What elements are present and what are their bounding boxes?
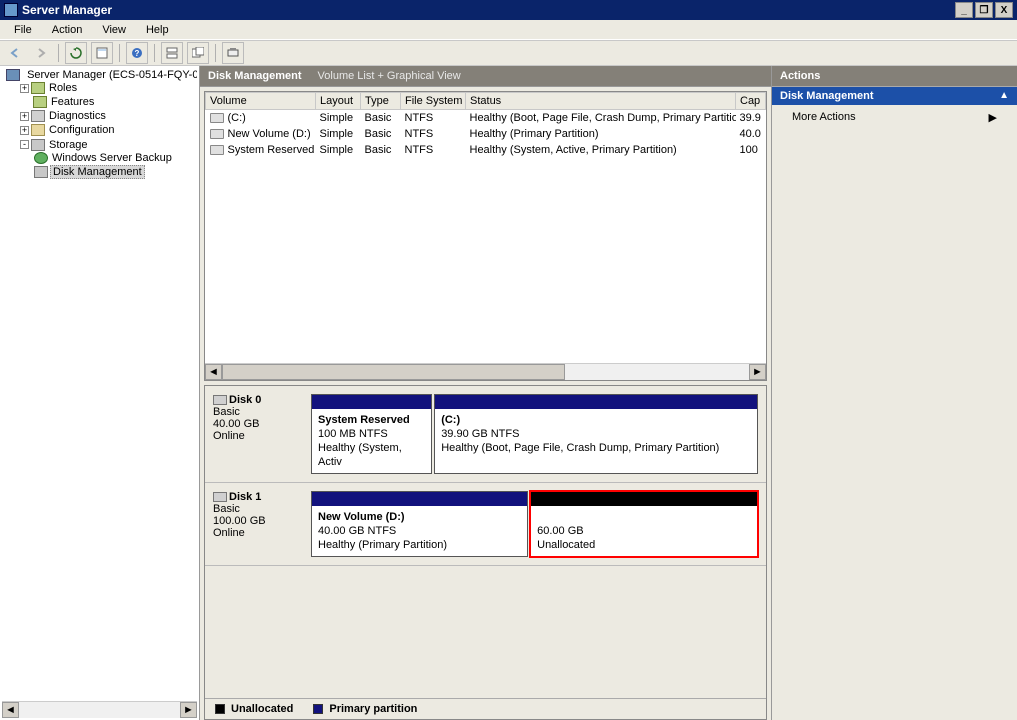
tree-hscrollbar[interactable]: ◄ ►: [2, 701, 197, 718]
svg-text:?: ?: [135, 49, 140, 58]
forward-button[interactable]: [30, 42, 52, 64]
partition-header: [435, 395, 757, 409]
scrollbar-thumb[interactable]: [222, 364, 565, 380]
volume-list-scrollbar[interactable]: ◄ ►: [205, 363, 766, 380]
menu-view[interactable]: View: [92, 22, 136, 38]
view-subtitle: Volume List + Graphical View: [318, 70, 461, 82]
partition[interactable]: System Reserved100 MB NTFSHealthy (Syste…: [311, 394, 432, 474]
app-icon: [4, 3, 18, 17]
volume-list: Volume Layout Type File System Status Ca…: [204, 91, 767, 381]
volume-list-header[interactable]: Volume Layout Type File System Status Ca…: [206, 93, 766, 110]
tree-configuration[interactable]: +Configuration: [20, 123, 197, 137]
volume-row[interactable]: New Volume (D:)SimpleBasicNTFSHealthy (P…: [206, 126, 766, 142]
window-title: Server Manager: [22, 3, 112, 17]
chevron-up-icon: ▲: [999, 90, 1009, 102]
back-button[interactable]: [4, 42, 26, 64]
navigation-tree: Server Manager (ECS-0514-FQY-00 +Roles F…: [0, 66, 200, 720]
col-cap[interactable]: Cap: [736, 93, 766, 110]
configuration-icon: [31, 124, 45, 136]
collapse-icon[interactable]: -: [20, 140, 29, 149]
toolbar-button-1[interactable]: [91, 42, 113, 64]
scroll-left-button[interactable]: ◄: [205, 364, 222, 380]
server-icon: [6, 69, 20, 81]
menu-file[interactable]: File: [4, 22, 42, 38]
toolbar-separator: [119, 44, 120, 62]
tree-roles[interactable]: +Roles: [20, 81, 197, 95]
toolbar-separator: [215, 44, 216, 62]
tree-backup[interactable]: Windows Server Backup: [34, 151, 197, 165]
disk-label[interactable]: Disk 1Basic100.00 GBOnline: [213, 491, 303, 557]
expand-icon[interactable]: +: [20, 126, 29, 135]
legend-swatch-primary: [313, 704, 323, 714]
col-status[interactable]: Status: [466, 93, 736, 110]
menu-bar: File Action View Help: [0, 20, 1017, 40]
refresh-button[interactable]: [65, 42, 87, 64]
help-button[interactable]: ?: [126, 42, 148, 64]
toolbar-button-2[interactable]: [161, 42, 183, 64]
backup-icon: [34, 152, 48, 164]
partition-header: [312, 492, 527, 506]
menu-action[interactable]: Action: [42, 22, 93, 38]
restore-button[interactable]: ❐: [975, 2, 993, 18]
tree-storage[interactable]: -Storage Windows Server Backup Disk Mana…: [20, 137, 197, 179]
col-filesystem[interactable]: File System: [401, 93, 466, 110]
scroll-right-button[interactable]: ►: [749, 364, 766, 380]
drive-icon: [210, 129, 224, 139]
toolbar-button-4[interactable]: [222, 42, 244, 64]
volume-row[interactable]: (C:)SimpleBasicNTFSHealthy (Boot, Page F…: [206, 110, 766, 127]
roles-icon: [31, 82, 45, 94]
diagnostics-icon: [31, 110, 45, 122]
col-volume[interactable]: Volume: [206, 93, 316, 110]
view-header: Disk Management Volume List + Graphical …: [200, 66, 771, 87]
actions-pane: Actions Disk Management ▲ More Actions ▶: [772, 66, 1017, 720]
disk-icon: [213, 395, 227, 405]
col-layout[interactable]: Layout: [316, 93, 361, 110]
toolbar-button-3[interactable]: [187, 42, 209, 64]
tree-disk-management[interactable]: Disk Management: [34, 165, 197, 179]
chevron-right-icon: ▶: [989, 111, 997, 124]
disk-row: Disk 0Basic40.00 GBOnlineSystem Reserved…: [205, 386, 766, 483]
legend-primary: Primary partition: [329, 703, 417, 715]
disk-row: Disk 1Basic100.00 GBOnlineNew Volume (D:…: [205, 483, 766, 566]
tree-features[interactable]: Features: [20, 95, 197, 109]
partition-header: [312, 395, 431, 409]
scroll-right-button[interactable]: ►: [180, 702, 197, 718]
minimize-button[interactable]: _: [955, 2, 973, 18]
view-title: Disk Management: [208, 70, 302, 82]
expand-icon[interactable]: +: [20, 84, 29, 93]
menu-help[interactable]: Help: [136, 22, 179, 38]
toolbar: ?: [0, 40, 1017, 66]
graphical-view: Disk 0Basic40.00 GBOnlineSystem Reserved…: [204, 385, 767, 720]
scroll-left-button[interactable]: ◄: [2, 702, 19, 718]
tree-diagnostics[interactable]: +Diagnostics: [20, 109, 197, 123]
legend-unallocated: Unallocated: [231, 703, 293, 715]
partition[interactable]: (C:)39.90 GB NTFSHealthy (Boot, Page Fil…: [434, 394, 758, 474]
legend-swatch-unallocated: [215, 704, 225, 714]
volume-row[interactable]: System ReservedSimpleBasicNTFSHealthy (S…: [206, 142, 766, 158]
more-actions-label: More Actions: [792, 111, 856, 124]
legend: Unallocated Primary partition: [205, 698, 766, 719]
disk-icon: [213, 492, 227, 502]
storage-icon: [31, 139, 45, 151]
actions-section[interactable]: Disk Management ▲: [772, 87, 1017, 105]
partition[interactable]: 60.00 GBUnallocated: [530, 491, 758, 557]
toolbar-separator: [58, 44, 59, 62]
disk-label[interactable]: Disk 0Basic40.00 GBOnline: [213, 394, 303, 474]
tree-root[interactable]: Server Manager (ECS-0514-FQY-00 +Roles F…: [6, 68, 197, 181]
drive-icon: [210, 113, 224, 123]
partition[interactable]: New Volume (D:)40.00 GB NTFSHealthy (Pri…: [311, 491, 528, 557]
features-icon: [33, 96, 47, 108]
col-type[interactable]: Type: [361, 93, 401, 110]
toolbar-separator: [154, 44, 155, 62]
actions-header: Actions: [772, 66, 1017, 87]
diskmgmt-icon: [34, 166, 48, 178]
actions-section-label: Disk Management: [780, 90, 874, 102]
drive-icon: [210, 145, 224, 155]
more-actions[interactable]: More Actions ▶: [772, 105, 1017, 130]
close-window-button[interactable]: X: [995, 2, 1013, 18]
expand-icon[interactable]: +: [20, 112, 29, 121]
partition-header: [531, 492, 757, 506]
content-pane: Disk Management Volume List + Graphical …: [200, 66, 772, 720]
title-bar: Server Manager _ ❐ X: [0, 0, 1017, 20]
